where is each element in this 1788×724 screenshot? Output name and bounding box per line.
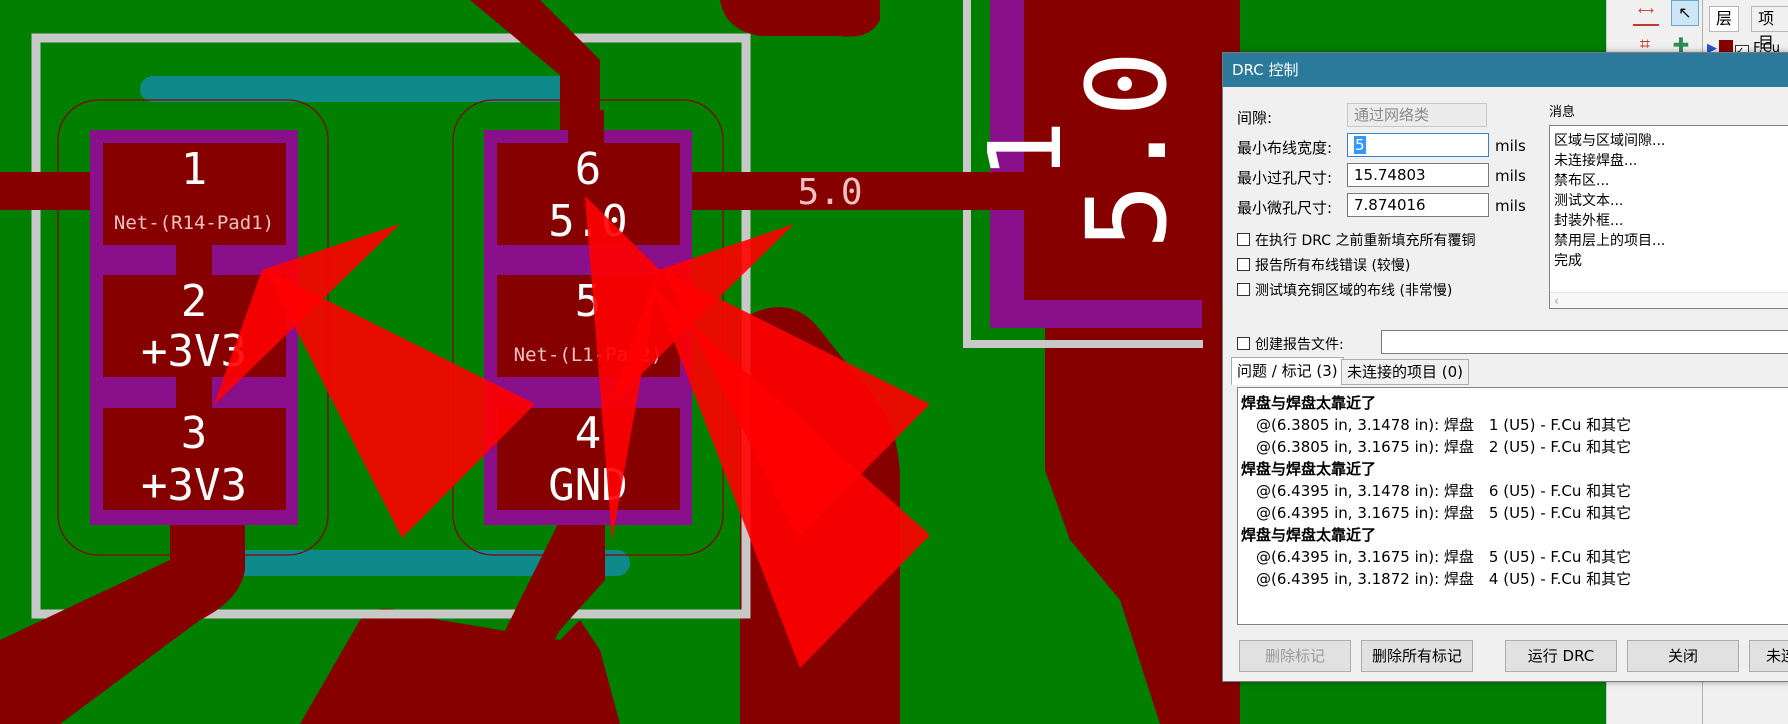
min-via-size-label: 最小过孔尺寸: <box>1237 169 1333 187</box>
trace-left <box>0 172 100 210</box>
silk-right-bottom <box>963 340 1203 348</box>
clearance-field: 通过网络类 <box>1347 103 1487 127</box>
problem-item[interactable]: @(6.4395 in, 3.1675 in): 焊盘 5 (U5) - F.C… <box>1256 502 1631 523</box>
message-item: 未连接焊盘... <box>1554 153 1638 169</box>
problem-title[interactable]: 焊盘与焊盘太靠近了 <box>1241 458 1376 479</box>
min-track-width-value: 5 <box>1354 136 1366 154</box>
pad-2-number: 2 <box>181 276 208 327</box>
pad-1-net: Net-(R14-Pad1) <box>114 212 274 234</box>
select-arrow-icon[interactable]: ↖ <box>1671 0 1699 26</box>
min-track-width-input[interactable]: 5 <box>1347 133 1489 157</box>
pad-1-number: 1 <box>181 144 208 195</box>
teal-line-top <box>140 76 570 102</box>
min-track-width-label: 最小布线宽度: <box>1237 139 1333 157</box>
tab-unconnected[interactable]: 未连接的项目 (0) <box>1341 359 1470 385</box>
min-via-size-input[interactable]: 15.74803 <box>1347 163 1489 187</box>
pad-3-net: +3V3 <box>141 460 247 511</box>
problem-title[interactable]: 焊盘与焊盘太靠近了 <box>1241 524 1376 545</box>
report-all-errors-label: 报告所有布线错误 (较慢) <box>1255 258 1411 274</box>
pad-6-number: 6 <box>575 144 602 195</box>
tab-items[interactable]: 项目 <box>1751 6 1788 52</box>
test-zone-tracks-checkbox[interactable] <box>1237 283 1250 296</box>
track-net-label: 5.0 <box>797 172 862 213</box>
min-track-width-unit: mils <box>1495 137 1526 155</box>
min-microvia-size-input[interactable]: 7.874016 <box>1347 193 1489 217</box>
message-item: 禁用层上的项目... <box>1554 233 1666 249</box>
refill-zones-label: 在执行 DRC 之前重新填充所有覆铜 <box>1255 233 1476 249</box>
pad-link-23 <box>176 377 212 408</box>
create-report-label: 创建报告文件: <box>1255 337 1344 353</box>
pad-4-number: 4 <box>575 408 602 459</box>
problems-list[interactable]: 焊盘与焊盘太靠近了 @(6.3805 in, 3.1478 in): 焊盘 1 … <box>1237 387 1788 625</box>
message-item: 禁布区... <box>1554 173 1610 189</box>
refill-zones-checkbox[interactable] <box>1237 233 1250 246</box>
pad-link-12 <box>176 245 212 275</box>
measure-icon[interactable]: ⟷ <box>1633 4 1659 26</box>
min-microvia-size-label: 最小微孔尺寸: <box>1237 199 1333 217</box>
messages-list[interactable]: 区域与区域间隙... 未连接焊盘... 禁布区... 测试文本... 封装外框.… <box>1549 125 1788 309</box>
min-via-size-unit: mils <box>1495 167 1526 185</box>
horizontal-scrollbar[interactable]: ‹ <box>1550 292 1788 308</box>
delete-marker-button[interactable]: 删除标记 <box>1239 640 1351 672</box>
message-item: 完成 <box>1554 253 1582 269</box>
list-unconnected-button[interactable]: 未连 <box>1749 640 1788 672</box>
report-file-input[interactable] <box>1381 330 1788 354</box>
clearance-label: 间隙: <box>1237 109 1273 127</box>
pad-3-number: 3 <box>181 408 208 459</box>
message-item: 封装外框... <box>1554 213 1624 229</box>
problem-item[interactable]: @(6.3805 in, 3.1478 in): 焊盘 1 (U5) - F.C… <box>1256 414 1631 435</box>
messages-label: 消息 <box>1549 105 1576 120</box>
problem-item[interactable]: @(6.4395 in, 3.1872 in): 焊盘 4 (U5) - F.C… <box>1256 568 1631 589</box>
tab-layers[interactable]: 层 <box>1709 6 1740 32</box>
mask-right-bottom <box>990 300 1202 328</box>
run-drc-button[interactable]: 运行 DRC <box>1505 640 1617 672</box>
report-all-errors-checkbox[interactable] <box>1237 258 1250 271</box>
message-item: 区域与区域间隙... <box>1554 133 1666 149</box>
test-zone-tracks-label: 测试填充铜区域的布线 (非常慢) <box>1255 283 1453 299</box>
min-microvia-size-unit: mils <box>1495 197 1526 215</box>
tab-problems[interactable]: 问题 / 标记 (3) <box>1231 357 1344 385</box>
problem-title[interactable]: 焊盘与焊盘太靠近了 <box>1241 392 1376 413</box>
create-report-checkbox[interactable] <box>1237 337 1250 350</box>
copper-top <box>720 0 880 37</box>
problem-item[interactable]: @(6.4395 in, 3.1478 in): 焊盘 6 (U5) - F.C… <box>1256 480 1631 501</box>
drc-dialog: DRC 控制 间隙: 通过网络类 最小布线宽度: 5 mils 最小过孔尺寸: … <box>1222 52 1788 682</box>
delete-all-markers-button[interactable]: 删除所有标记 <box>1361 640 1473 672</box>
dialog-title: DRC 控制 <box>1223 53 1788 87</box>
close-button[interactable]: 关闭 <box>1627 640 1739 672</box>
message-item: 测试文本... <box>1554 193 1624 209</box>
problem-item[interactable]: @(6.4395 in, 3.1675 in): 焊盘 5 (U5) - F.C… <box>1256 546 1631 567</box>
scroll-left-icon[interactable]: ‹ <box>1554 294 1559 308</box>
problem-item[interactable]: @(6.3805 in, 3.1675 in): 焊盘 2 (U5) - F.C… <box>1256 436 1631 457</box>
pad-link-6-top <box>568 110 604 143</box>
big-label-2: 5.0 <box>1063 51 1191 250</box>
